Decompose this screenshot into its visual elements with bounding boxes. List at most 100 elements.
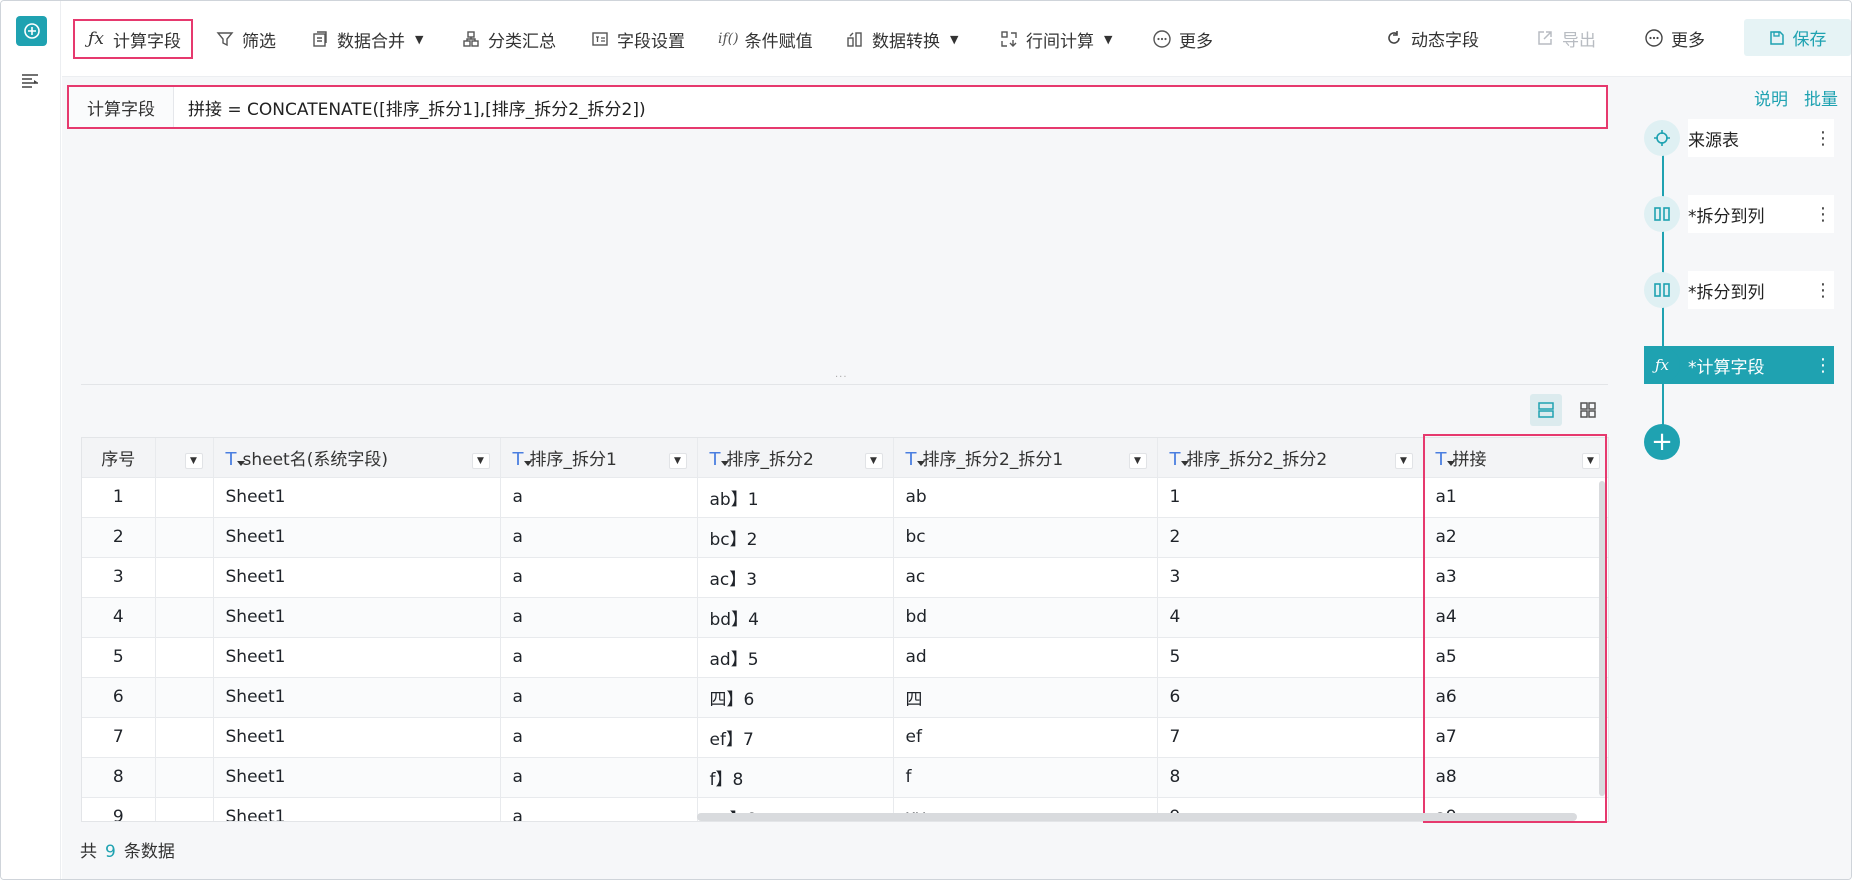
- column-header[interactable]: T 排序_拆分2_拆分2 ▼: [1157, 438, 1424, 478]
- table-cell[interactable]: a3: [1423, 557, 1608, 598]
- table-cell[interactable]: 6: [1157, 677, 1424, 718]
- table-cell[interactable]: 四】6: [697, 677, 894, 718]
- table-cell[interactable]: a7: [1423, 717, 1608, 758]
- conditional-assign-button[interactable]: if() 条件赋值: [718, 19, 813, 59]
- step-calc-field[interactable]: ƒx *计算字段 ⋮: [1644, 346, 1834, 384]
- chevron-down-icon[interactable]: ▼: [471, 453, 490, 469]
- table-cell[interactable]: f: [893, 757, 1158, 798]
- row-view-button[interactable]: [1530, 394, 1562, 426]
- chevron-down-icon[interactable]: ▼: [1128, 453, 1147, 469]
- table-cell[interactable]: [155, 637, 214, 678]
- step-split-column-2[interactable]: *拆分到列 ⋮: [1644, 271, 1834, 309]
- table-cell[interactable]: [155, 757, 214, 798]
- table-row[interactable]: 6 Sheet1 a 四】6 四 6 a6: [82, 677, 1608, 718]
- group-summary-button[interactable]: 分类汇总: [460, 19, 556, 59]
- table-cell[interactable]: 4: [1157, 597, 1424, 638]
- data-convert-button[interactable]: 数据转换 ▼: [844, 19, 958, 59]
- grid-view-button[interactable]: [1572, 394, 1604, 426]
- table-cell[interactable]: 5: [82, 637, 156, 678]
- table-row[interactable]: 2 Sheet1 a bc】2 bc 2 a2: [82, 517, 1608, 558]
- table-cell[interactable]: a: [500, 597, 698, 638]
- table-cell[interactable]: a: [500, 637, 698, 678]
- kebab-menu-icon[interactable]: ⋮: [1812, 195, 1834, 233]
- table-cell[interactable]: f】8: [697, 757, 894, 798]
- data-merge-button[interactable]: 数据合并 ▼: [309, 19, 423, 59]
- formula-expression[interactable]: 拼接 = CONCATENATE([排序_拆分1],[排序_拆分2_拆分2]): [174, 95, 646, 120]
- column-header[interactable]: T 拼接 ▼: [1423, 438, 1608, 478]
- table-cell[interactable]: Sheet1: [213, 517, 501, 558]
- column-header[interactable]: ▼: [155, 438, 214, 478]
- table-cell[interactable]: ab: [893, 477, 1158, 518]
- row-calc-button[interactable]: 行间计算 ▼: [998, 19, 1112, 59]
- table-cell[interactable]: bc】2: [697, 517, 894, 558]
- chevron-down-icon[interactable]: ▼: [1581, 453, 1600, 469]
- table-cell[interactable]: 7: [1157, 717, 1424, 758]
- table-cell[interactable]: a4: [1423, 597, 1608, 638]
- table-cell[interactable]: a8: [1423, 757, 1608, 798]
- table-cell[interactable]: 9: [82, 797, 156, 821]
- table-cell[interactable]: a: [500, 477, 698, 518]
- step-split-column-1[interactable]: *拆分到列 ⋮: [1644, 195, 1834, 233]
- table-cell[interactable]: a: [500, 557, 698, 598]
- dynamic-field-button[interactable]: 动态字段: [1383, 18, 1479, 58]
- table-row[interactable]: 8 Sheet1 a f】8 f 8 a8: [82, 757, 1608, 798]
- table-cell[interactable]: 2: [82, 517, 156, 558]
- table-cell[interactable]: a: [500, 517, 698, 558]
- batch-link[interactable]: 批量: [1804, 90, 1838, 110]
- table-cell[interactable]: ef: [893, 717, 1158, 758]
- more-tools-button[interactable]: 更多: [1151, 19, 1213, 59]
- add-circle-icon[interactable]: [16, 16, 47, 46]
- more-button[interactable]: 更多: [1643, 18, 1705, 58]
- table-cell[interactable]: bc: [893, 517, 1158, 558]
- table-cell[interactable]: 3: [82, 557, 156, 598]
- table-cell[interactable]: bd: [893, 597, 1158, 638]
- chevron-down-icon[interactable]: ▼: [184, 453, 203, 469]
- table-cell[interactable]: ef】7: [697, 717, 894, 758]
- kebab-menu-icon[interactable]: ⋮: [1812, 346, 1834, 384]
- column-header[interactable]: T 排序_拆分2_拆分1 ▼: [893, 438, 1158, 478]
- table-row[interactable]: 7 Sheet1 a ef】7 ef 7 a7: [82, 717, 1608, 758]
- table-cell[interactable]: 7: [82, 717, 156, 758]
- table-cell[interactable]: [155, 597, 214, 638]
- table-cell[interactable]: a5: [1423, 637, 1608, 678]
- column-header[interactable]: T 排序_拆分1 ▼: [500, 438, 698, 478]
- vertical-scrollbar[interactable]: [1599, 481, 1605, 796]
- table-cell[interactable]: 5: [1157, 637, 1424, 678]
- table-cell[interactable]: a2: [1423, 517, 1608, 558]
- table-cell[interactable]: 2: [1157, 517, 1424, 558]
- table-cell[interactable]: a: [500, 757, 698, 798]
- table-cell[interactable]: a: [500, 717, 698, 758]
- table-cell[interactable]: a1: [1423, 477, 1608, 518]
- outline-list-icon[interactable]: [21, 73, 43, 93]
- table-cell[interactable]: 1: [1157, 477, 1424, 518]
- column-header[interactable]: T 排序_拆分2 ▼: [697, 438, 894, 478]
- table-cell[interactable]: [155, 797, 214, 821]
- table-cell[interactable]: 四: [893, 677, 1158, 718]
- table-row[interactable]: 3 Sheet1 a ac】3 ac 3 a3: [82, 557, 1608, 598]
- table-cell[interactable]: ad】5: [697, 637, 894, 678]
- table-cell[interactable]: [155, 557, 214, 598]
- step-source-table[interactable]: 来源表 ⋮: [1644, 119, 1834, 157]
- table-cell[interactable]: [155, 677, 214, 718]
- field-settings-button[interactable]: 字段设置: [589, 19, 685, 59]
- table-cell[interactable]: Sheet1: [213, 717, 501, 758]
- export-button[interactable]: 导出: [1534, 18, 1596, 58]
- add-step-button[interactable]: +: [1644, 424, 1680, 460]
- table-cell[interactable]: Sheet1: [213, 557, 501, 598]
- chevron-down-icon[interactable]: ▼: [864, 453, 883, 469]
- chevron-down-icon[interactable]: ▼: [1394, 453, 1413, 469]
- table-cell[interactable]: [155, 517, 214, 558]
- panel-divider[interactable]: [81, 384, 1608, 385]
- kebab-menu-icon[interactable]: ⋮: [1812, 271, 1834, 309]
- resize-grip-icon[interactable]: ···: [835, 372, 848, 383]
- column-header[interactable]: 序号: [82, 438, 156, 478]
- filter-button[interactable]: 筛选: [214, 19, 276, 59]
- formula-bar[interactable]: 计算字段 拼接 = CONCATENATE([排序_拆分1],[排序_拆分2_拆…: [67, 85, 1608, 129]
- save-button[interactable]: 保存: [1744, 19, 1851, 56]
- table-cell[interactable]: Sheet1: [213, 477, 501, 518]
- table-cell[interactable]: 4: [82, 597, 156, 638]
- chevron-down-icon[interactable]: ▼: [668, 453, 687, 469]
- table-cell[interactable]: 3: [1157, 557, 1424, 598]
- table-row[interactable]: 5 Sheet1 a ad】5 ad 5 a5: [82, 637, 1608, 678]
- table-cell[interactable]: ac】3: [697, 557, 894, 598]
